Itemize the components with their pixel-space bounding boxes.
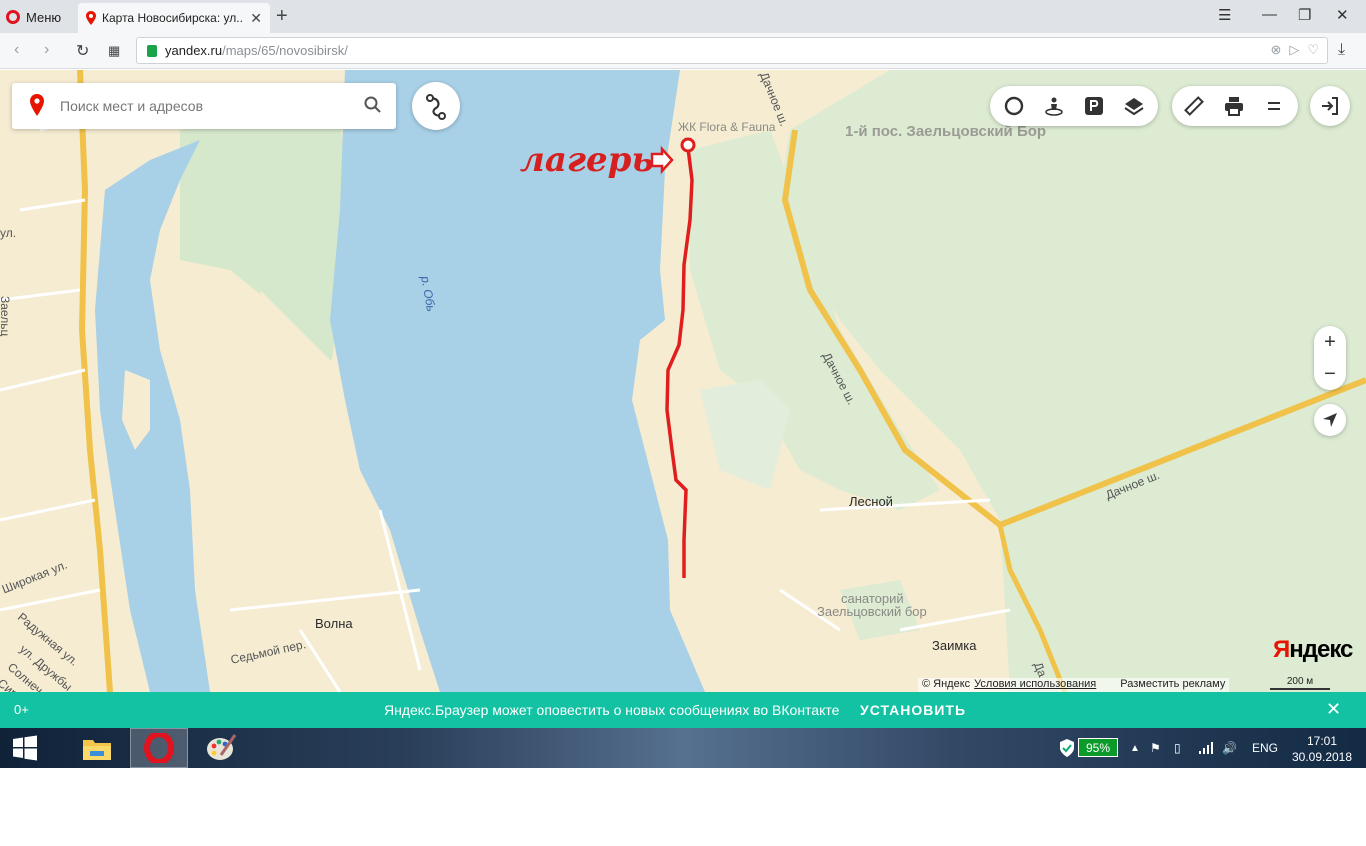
ruler-icon [1184, 96, 1204, 116]
label-zhk: ЖК Flora & Fauna [678, 120, 776, 134]
secure-lock-icon [147, 44, 157, 57]
routes-button[interactable] [412, 82, 460, 130]
geolocation-arrow-icon [1323, 413, 1337, 427]
map-action-tools [1172, 86, 1298, 126]
taskbar-opera[interactable] [130, 728, 188, 768]
address-bar-row: ‹ › ↻ ▦ yandex.ru/maps/65/novosibirsk/ ⊗… [0, 33, 1366, 69]
bookmark-heart-icon[interactable]: ♡ [1307, 42, 1319, 58]
yandex-logo: Яндекс [1273, 636, 1353, 663]
device-icon[interactable]: ▯ [1174, 728, 1181, 768]
traffic-icon [1004, 96, 1024, 116]
layers-button[interactable] [1114, 86, 1154, 126]
browser-tab-strip: Меню Карта Новосибирска: ул... ✕ + ☰ — ❐… [0, 0, 1366, 33]
map-layer-tools [990, 86, 1158, 126]
notification-message: Яндекс.Браузер может оповестить о новых … [384, 702, 840, 718]
search-placeholder: Поиск мест и адресов [60, 98, 204, 114]
label-ul-left: ул. [0, 226, 17, 240]
back-button[interactable]: ‹ [14, 41, 19, 59]
label-zaimka: Заимка [932, 638, 977, 653]
annotation-camp: лагерь [520, 140, 654, 180]
login-door-icon [1322, 97, 1338, 115]
adblock-icon[interactable]: ⊗ [1270, 42, 1281, 58]
route-icon [426, 94, 446, 120]
scale-label: 200 м [1286, 676, 1314, 687]
zoom-control: + − [1314, 326, 1346, 390]
layers-icon [1124, 98, 1144, 116]
parking-button[interactable] [1074, 86, 1114, 126]
network-signal-icon[interactable] [1198, 728, 1214, 768]
show-hidden-icons[interactable]: ▲ [1130, 728, 1140, 768]
new-tab-button[interactable]: + [276, 5, 288, 28]
taskbar-clock[interactable]: 17:01 30.09.2018 [1290, 733, 1354, 765]
traffic-button[interactable] [994, 86, 1034, 126]
zoom-in-button[interactable]: + [1314, 326, 1346, 358]
parking-icon [1085, 97, 1103, 115]
windows-taskbar: 95% ▲ ⚑ ▯ 🔊 ENG 17:01 30.09.2018 [0, 728, 1366, 768]
install-button[interactable]: УСТАНОВИТЬ [860, 702, 966, 718]
language-indicator[interactable]: ENG [1252, 728, 1278, 768]
taskbar-file-explorer[interactable] [68, 728, 126, 768]
label-sanatoriy-name: Заельцовский бор [817, 604, 927, 619]
menu-button[interactable] [1254, 86, 1294, 126]
start-button[interactable] [0, 728, 50, 768]
forward-button[interactable]: › [44, 41, 49, 59]
age-rating: 0+ [14, 702, 29, 717]
search-icon[interactable] [364, 96, 382, 114]
tab-title: Карта Новосибирска: ул... [102, 11, 242, 25]
url-actions: ⊗ ▷ ♡ [1270, 42, 1319, 58]
reload-button[interactable]: ↻ [76, 41, 89, 61]
browser-notification-bar: 0+ Яндекс.Браузер может оповестить о нов… [0, 692, 1366, 728]
panorama-button[interactable] [1034, 86, 1074, 126]
label-lesnoy: Лесной [849, 494, 893, 509]
opera-logo-icon [6, 10, 20, 24]
clock-date: 30.09.2018 [1291, 750, 1353, 764]
action-flag-icon[interactable]: ⚑ [1150, 728, 1161, 768]
yandex-maps-pin-icon [86, 11, 96, 25]
ruler-button[interactable] [1174, 86, 1214, 126]
minimize-button[interactable]: — [1262, 6, 1277, 23]
taskbar-paint[interactable] [192, 728, 250, 768]
close-notification-icon[interactable]: ✕ [1326, 699, 1341, 720]
opera-icon [144, 733, 174, 763]
downloads-icon[interactable]: ⤓ [1338, 41, 1345, 59]
copyright-text: © Яндекс [922, 678, 971, 690]
map-canvas[interactable]: ЖК Flora & Fauna 1-й пос. Заельцовский Б… [0, 70, 1366, 692]
restore-button[interactable]: ❐ [1298, 6, 1311, 24]
yandex-pin-icon [30, 94, 44, 116]
close-window-button[interactable]: ✕ [1336, 6, 1349, 24]
clock-time: 17:01 [1306, 734, 1338, 748]
url-field[interactable]: yandex.ru/maps/65/novosibirsk/ ⊗ ▷ ♡ [136, 37, 1328, 64]
defender-tray-icon[interactable] [1058, 728, 1076, 768]
menu-lines-icon [1268, 102, 1280, 110]
tab-close-icon[interactable]: ✕ [250, 10, 262, 27]
panorama-person-icon [1045, 97, 1063, 116]
route-path [665, 147, 694, 578]
url-host: yandex.ru [165, 43, 223, 58]
print-icon [1225, 97, 1243, 116]
menu-label: Меню [26, 9, 62, 25]
label-zaeltsov-left: Заельц [0, 296, 12, 337]
url-path: /maps/65/novosibirsk/ [222, 43, 348, 58]
map-search-box[interactable]: Поиск мест и адресов [12, 83, 396, 129]
tab-yandex-maps[interactable]: Карта Новосибирска: ул... ✕ [78, 3, 270, 33]
paint-palette-icon [207, 734, 237, 760]
geolocation-button[interactable] [1314, 404, 1346, 436]
ads-link[interactable]: Разместить рекламу [1120, 678, 1225, 692]
send-icon[interactable]: ▷ [1289, 42, 1299, 58]
map-base-layer [0, 70, 1366, 692]
tab-menu-icon[interactable]: ☰ [1218, 6, 1231, 24]
speed-dial-icon[interactable]: ▦ [108, 43, 120, 59]
map-copyright-bar: © Яндекс Условия использования Разместит… [918, 678, 1230, 692]
windows-logo-icon [13, 735, 37, 761]
login-button[interactable] [1310, 86, 1350, 126]
terms-link[interactable]: Условия использования [974, 678, 1096, 692]
label-volna: Волна [315, 616, 353, 631]
folder-icon [83, 740, 111, 760]
opera-menu-button[interactable]: Меню [6, 6, 61, 28]
print-button[interactable] [1214, 86, 1254, 126]
volume-icon[interactable]: 🔊 [1222, 728, 1237, 768]
map-scale: 200 м [1270, 676, 1330, 690]
battery-indicator[interactable]: 95% [1078, 738, 1118, 757]
zoom-out-button[interactable]: − [1314, 358, 1346, 390]
